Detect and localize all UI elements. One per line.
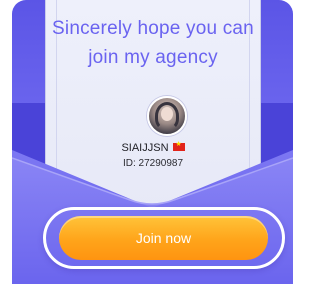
avatar-face	[161, 107, 173, 121]
agency-invitation-card: Sincerely hope you can join my agency SI…	[0, 0, 301, 284]
headline-line-2: join my agency	[88, 47, 218, 68]
join-now-button[interactable]: Join now	[59, 216, 268, 260]
invitation-headline: Sincerely hope you can join my agency	[46, 14, 260, 72]
headline-line-1: Sincerely hope you can	[52, 18, 254, 39]
avatar[interactable]	[147, 96, 187, 136]
